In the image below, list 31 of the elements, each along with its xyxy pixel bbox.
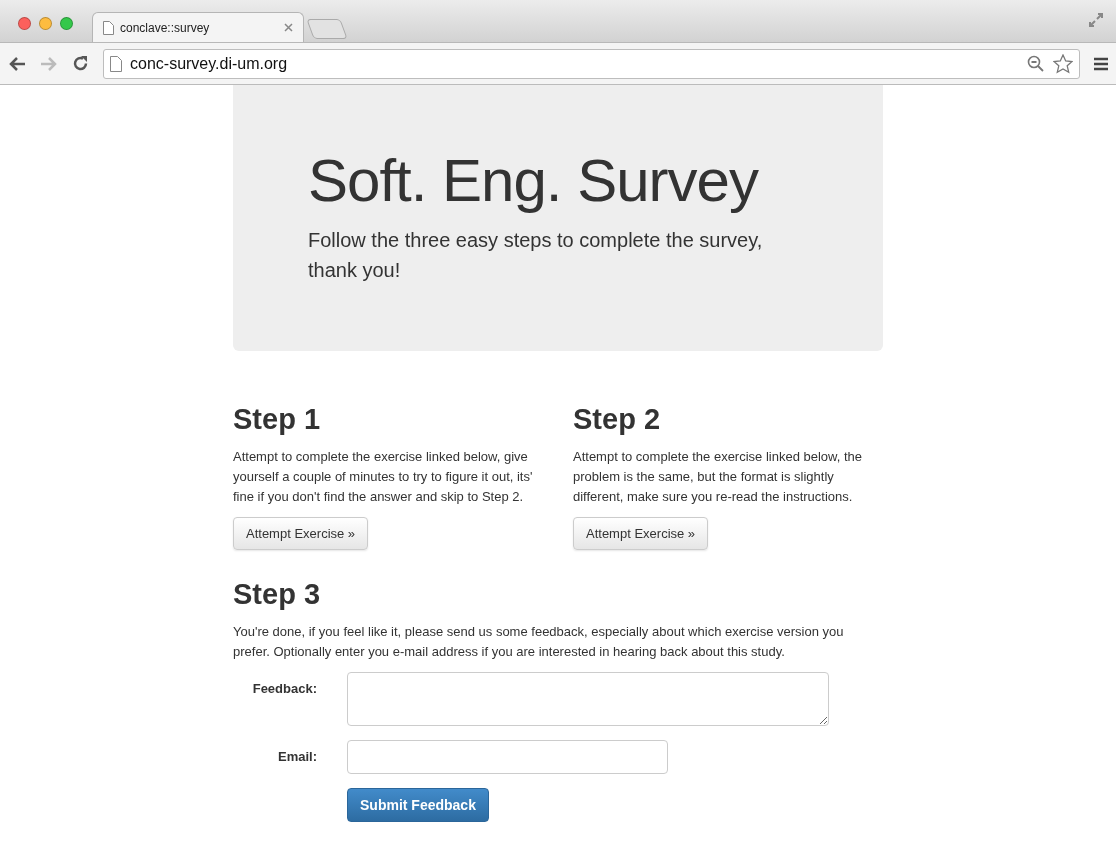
menu-icon[interactable] bbox=[1094, 56, 1108, 71]
close-window-icon[interactable] bbox=[18, 17, 31, 30]
browser-tab[interactable]: conclave::survey bbox=[92, 12, 304, 42]
hero-title: Soft. Eng. Survey bbox=[308, 146, 760, 216]
minimize-window-icon[interactable] bbox=[39, 17, 52, 30]
hero-subtitle: Follow the three easy steps to complete the survey, thank you! bbox=[308, 228, 764, 283]
new-tab-button[interactable] bbox=[306, 19, 348, 39]
back-icon[interactable] bbox=[8, 55, 26, 72]
attempt-exercise-button[interactable]: Attempt Exercise » bbox=[573, 517, 709, 550]
page-icon bbox=[110, 55, 122, 72]
email-label: Email: bbox=[277, 748, 317, 764]
email-field[interactable] bbox=[347, 740, 668, 774]
step-heading: Step 3 bbox=[233, 577, 322, 612]
step-heading: Step 1 bbox=[233, 402, 322, 437]
fullscreen-icon[interactable] bbox=[1088, 12, 1104, 28]
feedback-field[interactable] bbox=[347, 672, 829, 726]
submit-feedback-button[interactable]: Submit Feedback bbox=[347, 788, 489, 822]
step-heading: Step 2 bbox=[573, 402, 662, 437]
close-icon[interactable] bbox=[284, 23, 293, 32]
zoom-window-icon[interactable] bbox=[60, 17, 73, 30]
step-description: Attempt to complete the exercise linked below, the problem is the same, but the format is slightly different, make sure you re-read the instructions. bbox=[573, 448, 864, 506]
page-icon bbox=[103, 20, 114, 35]
step-description: You're done, if you feel like it, please send us some feedback, especially about which exercise version you prefer. Optionally enter you e-mail address if you are interested in hearing back about this study. bbox=[233, 623, 845, 661]
star-icon[interactable] bbox=[1053, 53, 1073, 74]
step-description: Attempt to complete the exercise linked below, give yourself a couple of minutes to try to figure it out, its' fine if you don't find the answer and skip to Step 2. bbox=[233, 448, 534, 506]
zoom-out-icon[interactable] bbox=[1027, 54, 1045, 73]
forward-icon[interactable] bbox=[40, 55, 58, 72]
reload-icon[interactable] bbox=[72, 55, 89, 72]
address-bar[interactable]: conc-survey.di-um.org bbox=[103, 48, 1080, 79]
feedback-label: Feedback: bbox=[251, 680, 317, 696]
attempt-exercise-button[interactable]: Attempt Exercise » bbox=[233, 517, 369, 550]
